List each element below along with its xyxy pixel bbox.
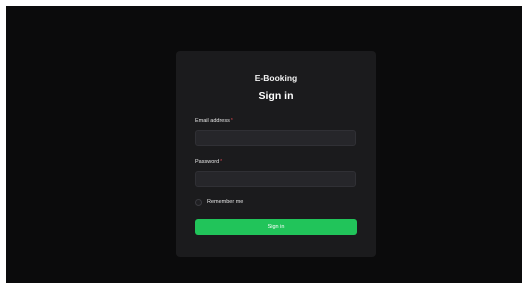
sign-in-card: E-Booking Sign in Email address* Passwor… [176, 51, 376, 257]
password-label-text: Password [195, 159, 220, 165]
sign-in-button[interactable]: Sign in [195, 219, 357, 235]
email-label-text: Email address [195, 118, 230, 124]
brand-name: E-Booking [254, 73, 298, 83]
remember-me-label[interactable]: Remember me [207, 199, 243, 206]
password-field[interactable] [195, 171, 356, 187]
email-field[interactable] [195, 130, 356, 146]
email-required-marker: * [230, 118, 233, 124]
password-required-marker: * [220, 159, 223, 165]
password-label: Password* [195, 159, 222, 166]
page-title: Sign in [258, 90, 294, 102]
page-background: E-Booking Sign in Email address* Passwor… [6, 6, 522, 283]
remember-me-checkbox[interactable] [195, 199, 202, 206]
email-label: Email address* [195, 118, 233, 125]
